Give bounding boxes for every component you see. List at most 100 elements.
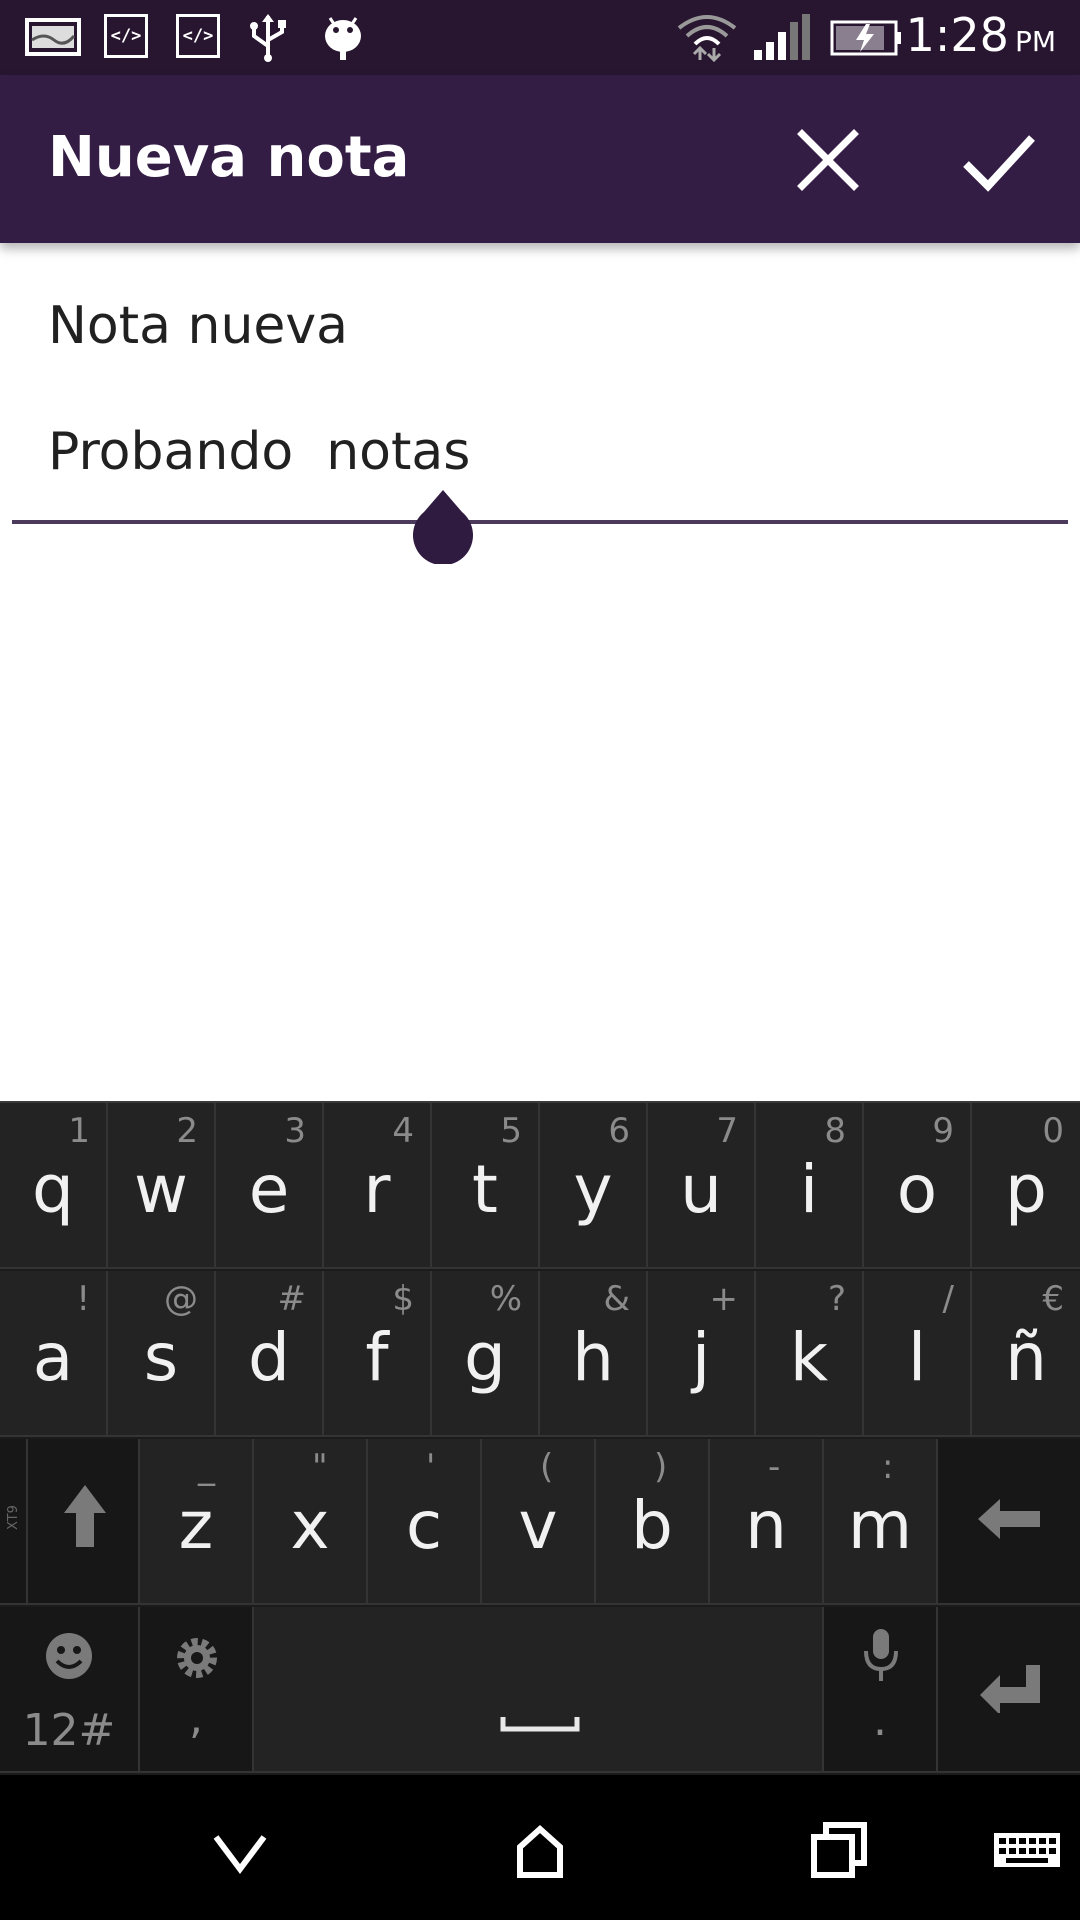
- backspace-key[interactable]: [938, 1439, 1080, 1605]
- key-u[interactable]: 7u: [648, 1103, 756, 1269]
- app-bar: Nueva nota: [0, 75, 1080, 243]
- recents-icon[interactable]: [792, 1803, 888, 1899]
- wifi-icon: [677, 15, 737, 62]
- symbols-label: 12#: [22, 1705, 116, 1756]
- key-g[interactable]: % g: [432, 1271, 540, 1437]
- key-d[interactable]: # d: [216, 1271, 324, 1437]
- key-secondary: €: [1042, 1279, 1064, 1319]
- key-secondary: 0: [1042, 1111, 1064, 1151]
- key-label: h: [572, 1319, 614, 1396]
- note-title-field[interactable]: Nota nueva: [48, 296, 348, 356]
- key-secondary: _: [198, 1447, 215, 1487]
- comma-label: ,: [189, 1693, 203, 1744]
- key-s[interactable]: @ s: [108, 1271, 216, 1437]
- key-secondary: 8: [824, 1111, 846, 1151]
- key-a[interactable]: ! a: [0, 1271, 108, 1437]
- key-n-tilde[interactable]: € ñ: [972, 1271, 1080, 1437]
- mic-period-key[interactable]: .: [824, 1607, 938, 1773]
- key-label: d: [248, 1319, 290, 1396]
- key-label: l: [907, 1319, 927, 1396]
- key-c[interactable]: ' c: [368, 1439, 482, 1605]
- check-icon[interactable]: [958, 120, 1038, 200]
- key-label: g: [464, 1319, 506, 1396]
- navigation-bar: [0, 1775, 1080, 1920]
- code-notification-icon: </>: [104, 14, 148, 58]
- key-secondary: %: [489, 1279, 522, 1319]
- key-secondary: -: [768, 1447, 781, 1487]
- close-icon[interactable]: [788, 120, 868, 200]
- key-y[interactable]: 6y: [540, 1103, 648, 1269]
- key-label: c: [405, 1487, 443, 1564]
- key-label: s: [143, 1319, 179, 1396]
- keyboard-icon[interactable]: [988, 1803, 1068, 1899]
- status-bar: </> </> 1:28 PM: [0, 0, 1080, 75]
- key-label: ñ: [1005, 1319, 1047, 1396]
- note-body-field[interactable]: Probando notas: [48, 422, 470, 482]
- key-label: m: [847, 1487, 913, 1564]
- key-secondary: 7: [716, 1111, 738, 1151]
- key-secondary: 6: [608, 1111, 630, 1151]
- key-label: v: [518, 1487, 558, 1564]
- key-label: t: [472, 1151, 498, 1228]
- key-secondary: +: [709, 1279, 739, 1319]
- gear-icon: [177, 1638, 217, 1678]
- key-r[interactable]: 4r: [324, 1103, 432, 1269]
- key-v[interactable]: (v: [482, 1439, 596, 1605]
- key-label: r: [363, 1151, 391, 1228]
- space-icon: [500, 1717, 580, 1732]
- key-p[interactable]: 0p: [972, 1103, 1080, 1269]
- key-secondary: :: [882, 1447, 894, 1487]
- back-icon[interactable]: [192, 1803, 288, 1899]
- key-secondary: 1: [68, 1111, 90, 1151]
- key-k[interactable]: ? k: [756, 1271, 864, 1437]
- key-label: q: [32, 1151, 74, 1228]
- period-label: .: [873, 1695, 887, 1746]
- key-t[interactable]: 5t: [432, 1103, 540, 1269]
- key-label: j: [691, 1319, 711, 1396]
- key-f[interactable]: $ f: [324, 1271, 432, 1437]
- key-secondary: &: [603, 1279, 630, 1319]
- keyboard-row-1: 1q 2w 3e 4r 5t 6y 7u 8i 9o 0p: [0, 1103, 1080, 1271]
- key-b[interactable]: ) b: [596, 1439, 710, 1605]
- text-cursor-handle[interactable]: [412, 488, 474, 564]
- key-label: f: [365, 1319, 389, 1396]
- key-label: k: [789, 1319, 829, 1396]
- key-w[interactable]: 2w: [108, 1103, 216, 1269]
- key-secondary: ?: [827, 1279, 846, 1319]
- symbols-key[interactable]: 12#: [0, 1607, 140, 1773]
- page-title: Nueva nota: [48, 125, 410, 190]
- key-z[interactable]: _ z: [140, 1439, 254, 1605]
- key-n[interactable]: -n: [710, 1439, 824, 1605]
- key-e[interactable]: 3e: [216, 1103, 324, 1269]
- key-i[interactable]: 8i: [756, 1103, 864, 1269]
- xt9-label: XT9: [6, 1505, 21, 1530]
- enter-icon: [980, 1665, 1040, 1713]
- key-l[interactable]: / l: [864, 1271, 972, 1437]
- key-secondary: ': [426, 1447, 436, 1487]
- status-time: 1:28 PM: [905, 8, 1056, 62]
- keyboard-row-2: ! a @ s # d $ f % g & h + j ? k / l € ñ: [0, 1271, 1080, 1439]
- code-notification-icon: </>: [176, 14, 220, 58]
- backspace-icon: [978, 1499, 1040, 1539]
- usb-icon: [250, 14, 286, 62]
- status-ampm: PM: [1014, 25, 1056, 58]
- key-m[interactable]: :m: [824, 1439, 938, 1605]
- space-key[interactable]: [254, 1607, 824, 1773]
- key-h[interactable]: & h: [540, 1271, 648, 1437]
- key-label: i: [799, 1151, 819, 1228]
- android-debug-icon: [325, 17, 361, 60]
- key-j[interactable]: + j: [648, 1271, 756, 1437]
- key-secondary: 2: [176, 1111, 198, 1151]
- shift-key[interactable]: [28, 1439, 140, 1605]
- key-q[interactable]: 1q: [0, 1103, 108, 1269]
- key-label: b: [631, 1487, 673, 1564]
- key-secondary: (: [540, 1447, 554, 1487]
- settings-comma-key[interactable]: ,: [140, 1607, 254, 1773]
- key-o[interactable]: 9o: [864, 1103, 972, 1269]
- enter-key[interactable]: [938, 1607, 1080, 1773]
- home-icon[interactable]: [492, 1803, 588, 1899]
- key-x[interactable]: " x: [254, 1439, 368, 1605]
- key-secondary: @: [164, 1279, 198, 1319]
- key-label: y: [573, 1151, 613, 1228]
- gallery-notification-icon: [25, 18, 81, 56]
